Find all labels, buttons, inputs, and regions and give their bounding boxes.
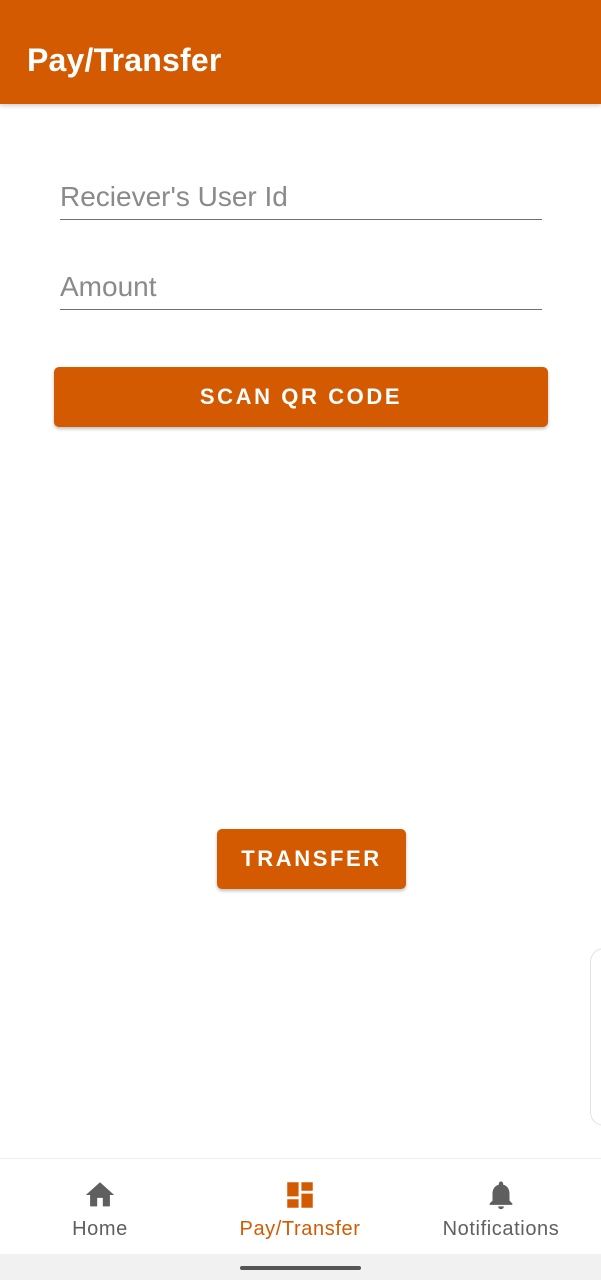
nav-label-pay-transfer: Pay/Transfer (239, 1218, 361, 1240)
system-navigation-bar (0, 1254, 601, 1280)
bottom-navigation: Home Pay/Transfer Notifications (0, 1158, 601, 1254)
bell-icon (484, 1178, 518, 1212)
nav-item-notifications[interactable]: Notifications (401, 1159, 601, 1255)
edge-panel-handle[interactable] (590, 948, 601, 1126)
home-icon (83, 1178, 117, 1212)
dashboard-icon (283, 1178, 317, 1212)
app-bar: Pay/Transfer (0, 0, 601, 104)
nav-item-home[interactable]: Home (0, 1159, 200, 1255)
nav-label-home: Home (72, 1218, 128, 1240)
nav-item-pay-transfer[interactable]: Pay/Transfer (200, 1159, 400, 1255)
transfer-button[interactable]: TRANSFER (217, 829, 406, 889)
amount-input[interactable] (60, 271, 542, 303)
home-gesture-indicator[interactable] (240, 1266, 361, 1270)
receiver-user-id-field (60, 160, 542, 220)
receiver-user-id-input[interactable] (60, 181, 542, 213)
page-title: Pay/Transfer (27, 42, 222, 78)
scan-qr-code-button[interactable]: SCAN QR CODE (54, 367, 548, 427)
nav-label-notifications: Notifications (442, 1218, 560, 1240)
amount-field (60, 250, 542, 310)
app-screen: Pay/Transfer SCAN QR CODE TRANSFER Home … (0, 0, 601, 1280)
